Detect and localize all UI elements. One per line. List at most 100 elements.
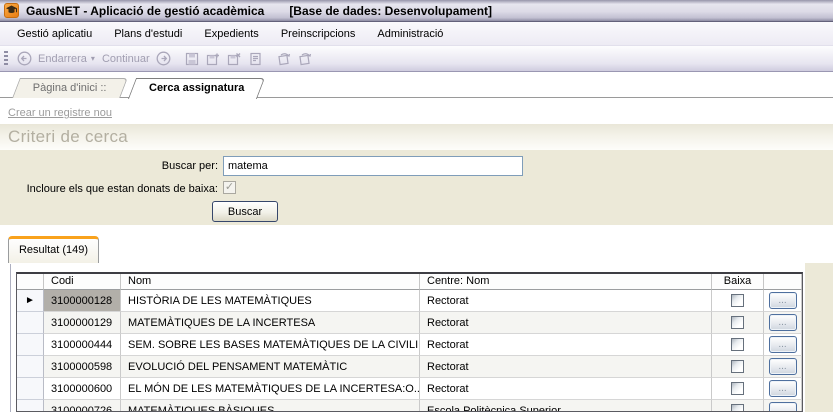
cell-codi[interactable]: 3100000600 [44,378,121,400]
cell-baixa [712,312,764,334]
row-detail-button[interactable]: ... [768,336,797,353]
cell-codi[interactable]: 3100000726 [44,400,121,411]
row-detail-button[interactable]: ... [768,292,797,309]
create-new-record-link[interactable]: Crear un registre nou [8,107,112,119]
cell-centre[interactable]: Rectorat [420,378,712,400]
table-row[interactable]: 3100000600 EL MÓN DE LES MATEMÀTIQUES DE… [17,378,802,400]
save-icon[interactable] [184,50,201,67]
cell-codi[interactable]: 3100000128 [44,290,121,312]
cell-baixa [712,356,764,378]
back-button-label[interactable]: Endarrera [38,53,87,65]
grid-header-row: Codi Nom Centre: Nom Baixa [17,274,802,290]
menu-bar: Gestió aplicatiu Plans d'estudi Expedien… [0,22,833,46]
cell-actions: ... [764,334,802,356]
row-detail-button[interactable]: ... [768,380,797,397]
search-button[interactable]: Buscar [212,201,278,222]
tab-pagina-inici[interactable]: Pàgina d'inici :: [12,78,128,98]
cell-centre[interactable]: Escola Politècnica Superior [420,400,712,411]
baixa-checkbox[interactable] [731,338,744,351]
menu-administracio[interactable]: Administració [366,24,454,44]
baixa-checkbox[interactable] [731,404,744,411]
cell-centre[interactable]: Rectorat [420,334,712,356]
row-detail-button[interactable]: ... [768,358,797,375]
report-icon[interactable] [247,50,264,67]
cell-codi[interactable]: 3100000444 [44,334,121,356]
row-selector-cell[interactable] [17,378,44,400]
header-nom[interactable]: Nom [121,274,420,290]
baixa-checkbox[interactable] [731,316,744,329]
cell-baixa [712,334,764,356]
baixa-checkbox[interactable] [731,382,744,395]
result-tab[interactable]: Resultat (149) [8,236,99,263]
row-selector-cell[interactable] [17,334,44,356]
refresh-icon[interactable] [276,50,293,67]
document-tab-strip: Pàgina d'inici :: Cerca assignatura [0,72,833,99]
dropdown-caret-icon[interactable]: ▾ [91,54,95,63]
baixa-checkbox[interactable] [731,294,744,307]
row-selector-cell[interactable] [17,356,44,378]
cell-codi[interactable]: 3100000129 [44,312,121,334]
cell-codi[interactable]: 3100000598 [44,356,121,378]
table-row[interactable]: 3100000129 MATEMÀTIQUES DE LA INCERTESA … [17,312,802,334]
cell-baixa [712,400,764,411]
header-codi[interactable]: Codi [44,274,121,290]
row-selector-cell[interactable] [17,312,44,334]
cell-actions: ... [764,312,802,334]
grid-body: ► 3100000128 HISTÒRIA DE LES MATEMÀTIQUE… [17,290,802,411]
menu-preinscripcions[interactable]: Preinscripcions [270,24,367,44]
window-title-database: [Base de dades: Desenvolupament] [289,3,493,18]
table-row[interactable]: ► 3100000128 HISTÒRIA DE LES MATEMÀTIQUE… [17,290,802,312]
window-title: GausNET - Aplicació de gestió acadèmica [26,3,265,18]
results-grid: Codi Nom Centre: Nom Baixa ► 3100000128 … [16,272,803,412]
header-selector [17,274,44,290]
header-baixa[interactable]: Baixa [712,274,764,290]
cell-nom[interactable]: MATEMÀTIQUES BÀSIQUES [121,400,420,411]
title-bar: GausNET - Aplicació de gestió acadèmica … [0,0,833,22]
row-selector-cell[interactable] [17,400,44,411]
save-add-icon[interactable] [205,50,222,67]
tab-cerca-assignatura[interactable]: Cerca assignatura [127,78,266,99]
table-row[interactable]: 3100000726 MATEMÀTIQUES BÀSIQUES Escola … [17,400,802,411]
save-remove-icon[interactable] [226,50,243,67]
selected-row-arrow-icon: ► [25,294,35,306]
row-detail-button[interactable]: ... [768,402,797,411]
row-detail-button[interactable]: ... [768,314,797,331]
cell-centre[interactable]: Rectorat [420,312,712,334]
cell-centre[interactable]: Rectorat [420,356,712,378]
baixa-checkbox[interactable] [731,360,744,373]
toolbar: Endarrera ▾ Continuar [0,46,833,72]
panel-right-margin [805,263,833,412]
cell-centre[interactable]: Rectorat [420,290,712,312]
table-row[interactable]: 3100000598 EVOLUCIÓ DEL PENSAMENT MATEMÀ… [17,356,802,378]
cell-actions: ... [764,400,802,411]
refresh-icon-2[interactable] [297,50,314,67]
cell-nom[interactable]: EL MÓN DE LES MATEMÀTIQUES DE LA INCERTE… [121,378,420,400]
include-inactive-label: Incloure els que estan donats de baixa: [26,183,218,195]
cell-nom[interactable]: MATEMÀTIQUES DE LA INCERTESA [121,312,420,334]
include-inactive-checkbox[interactable]: ✓ [223,181,236,194]
forward-circle-arrow-icon[interactable] [155,50,172,67]
menu-gestio-aplicatiu[interactable]: Gestió aplicatiu [6,24,103,44]
cell-actions: ... [764,356,802,378]
cell-nom[interactable]: EVOLUCIÓ DEL PENSAMENT MATEMÀTIC [121,356,420,378]
search-by-label: Buscar per: [161,160,218,172]
cell-actions: ... [764,290,802,312]
menu-expedients[interactable]: Expedients [193,24,269,44]
header-actions [764,274,802,290]
cell-baixa [712,290,764,312]
forward-button-label[interactable]: Continuar [102,53,150,65]
table-row[interactable]: 3100000444 SEM. SOBRE LES BASES MATEMÀTI… [17,334,802,356]
header-centre[interactable]: Centre: Nom [420,274,712,290]
cell-nom[interactable]: SEM. SOBRE LES BASES MATEMÀTIQUES DE LA … [121,334,420,356]
search-criteria-panel: Buscar per: Incloure els que estan donat… [0,150,833,225]
search-input[interactable] [223,156,523,176]
search-section-header: Criteri de cerca [0,124,833,150]
cell-nom[interactable]: HISTÒRIA DE LES MATEMÀTIQUES [121,290,420,312]
link-row: Crear un registre nou [0,98,833,124]
toolbar-grip[interactable] [4,50,8,67]
cell-actions: ... [764,378,802,400]
panel-left-border [10,264,11,412]
menu-plans-destudi[interactable]: Plans d'estudi [103,24,193,44]
row-selector-cell[interactable]: ► [17,290,44,312]
back-circle-arrow-icon[interactable] [16,50,33,67]
